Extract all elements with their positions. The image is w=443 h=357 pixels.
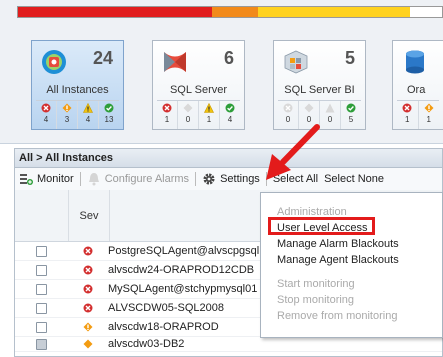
tile-sql-server[interactable]: 6 SQL Server 1 0 1 4 — [152, 40, 245, 130]
critical-icon — [41, 103, 51, 113]
severity-summary-bar — [0, 0, 443, 25]
critical-icon — [83, 246, 93, 256]
menu-item-stop-monitoring[interactable]: Stop monitoring — [261, 292, 442, 308]
sql-server-icon — [164, 52, 186, 72]
menu-item-start-monitoring[interactable]: Start monitoring — [261, 276, 442, 292]
settings-menu: Administration User Level Access Manage … — [260, 192, 443, 338]
critical-icon — [83, 303, 93, 313]
toolbar-separator — [265, 172, 267, 186]
ok-icon — [104, 103, 114, 113]
stat-info: 1 — [199, 101, 220, 129]
stat-warning: 1 — [419, 101, 440, 129]
tile-name: Ora — [407, 84, 426, 96]
tile-stats: 1 1 — [397, 100, 439, 129]
checkbox-column-header — [15, 190, 69, 241]
sql-server-bi-icon — [284, 50, 308, 74]
warning-icon — [424, 103, 434, 113]
menu-item-manage-alarm-blackouts[interactable]: Manage Alarm Blackouts — [261, 236, 442, 252]
table-row[interactable]: alvscdw03-DB2 — [15, 337, 442, 352]
ok-icon — [225, 103, 235, 113]
menu-item-remove-from-monitoring[interactable]: Remove from monitoring — [261, 308, 442, 324]
stat-critical: 1 — [397, 101, 419, 129]
row-checkbox[interactable] — [36, 338, 47, 350]
oracle-icon — [406, 50, 424, 74]
warning-icon — [304, 103, 314, 113]
severity-column-header[interactable]: Sev — [69, 190, 110, 241]
tile-stats: 4 3 4 13 — [36, 100, 119, 129]
row-checkbox[interactable] — [36, 283, 47, 295]
severity-strip-warning — [212, 7, 258, 17]
toolbar: Monitor Configure Alarms Settings Select… — [15, 168, 442, 191]
info-triangle-icon — [83, 103, 93, 113]
tile-stats: 1 0 1 4 — [157, 100, 240, 129]
tile-name: SQL Server BI — [284, 84, 355, 96]
tile-name: SQL Server — [169, 84, 228, 96]
callout-highlight-box — [268, 217, 375, 235]
menu-item-manage-agent-blackouts[interactable]: Manage Agent Blackouts — [261, 252, 442, 268]
tile-count: 24 — [92, 48, 113, 68]
critical-icon — [162, 103, 172, 113]
toolbar-separator — [195, 172, 197, 186]
row-checkbox[interactable] — [36, 245, 47, 257]
ok-icon — [346, 103, 356, 113]
all-instances-icon — [42, 50, 66, 74]
stat-critical: 4 — [36, 101, 57, 129]
row-checkbox[interactable] — [36, 302, 47, 314]
critical-icon — [402, 103, 412, 113]
instance-name[interactable]: alvscdw03-DB2 — [108, 338, 424, 350]
warning-icon — [83, 322, 93, 332]
warning-icon — [62, 103, 72, 113]
tile-name: All Instances — [46, 84, 109, 96]
critical-icon — [83, 265, 93, 275]
tile-sql-server-bi[interactable]: 5 SQL Server BI 0 0 0 5 — [273, 40, 366, 130]
stat-info: 4 — [78, 101, 99, 129]
alarm-icon — [88, 173, 99, 186]
select-all-link[interactable]: Select All — [273, 173, 318, 185]
tile-stats: 0 0 0 5 — [278, 100, 361, 129]
stat-ok: 4 — [220, 101, 240, 129]
tile-all-instances[interactable]: 24 All Instances 4 3 4 13 — [31, 40, 124, 130]
row-checkbox[interactable] — [36, 264, 47, 276]
severity-strip-critical — [18, 7, 212, 17]
menu-separator — [261, 268, 442, 276]
stat-warning: 0 — [178, 101, 199, 129]
breadcrumb: All > All Instances — [15, 149, 442, 168]
critical-icon — [83, 284, 93, 294]
monitor-button[interactable]: Monitor — [19, 172, 74, 186]
stat-info: 0 — [320, 101, 341, 129]
gear-icon — [203, 173, 215, 185]
warning-icon — [183, 103, 193, 113]
info-triangle-icon — [325, 103, 335, 113]
severity-strip-info — [258, 7, 410, 17]
select-none-link[interactable]: Select None — [324, 173, 384, 185]
configure-alarms-button[interactable]: Configure Alarms — [87, 172, 189, 186]
severity-strip — [17, 6, 443, 18]
warning-icon — [83, 339, 93, 349]
monitor-icon — [20, 174, 33, 185]
stat-warning: 0 — [299, 101, 320, 129]
stat-critical: 0 — [278, 101, 299, 129]
instance-type-tiles: 24 All Instances 4 3 4 13 6 SQL Server 1… — [0, 25, 443, 144]
tile-oracle[interactable]: Ora 1 1 — [392, 40, 443, 130]
toolbar-separator — [79, 172, 81, 186]
stat-ok: 13 — [99, 101, 119, 129]
stat-ok: 5 — [341, 101, 361, 129]
info-triangle-icon — [204, 103, 214, 113]
tile-count: 6 — [223, 48, 234, 68]
tile-count: 5 — [344, 48, 355, 68]
severity-strip-ok — [410, 7, 442, 17]
stat-warning: 3 — [57, 101, 78, 129]
critical-icon — [283, 103, 293, 113]
row-checkbox[interactable] — [36, 321, 47, 333]
stat-critical: 1 — [157, 101, 178, 129]
settings-button[interactable]: Settings — [202, 172, 260, 186]
